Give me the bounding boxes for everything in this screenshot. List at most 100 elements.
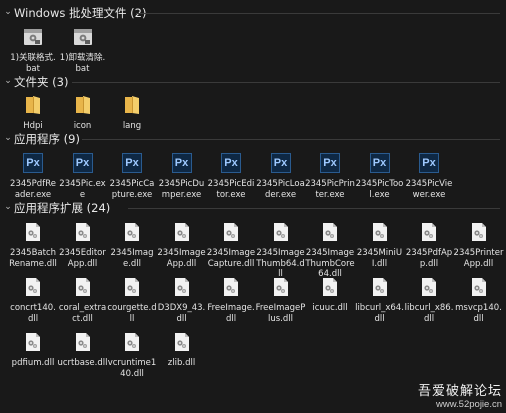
- px-app-icon: Px: [320, 153, 340, 173]
- app-item[interactable]: Px 2345PicDumper.exe: [157, 151, 207, 200]
- item-label: pdfium.dll: [11, 358, 55, 368]
- item-label: FreeImagePlus.dll: [255, 303, 306, 324]
- item-label: 2345Image.dll: [110, 248, 154, 269]
- item-label: concrt140.dll: [10, 303, 56, 324]
- dll-item[interactable]: 2345BatchRename.dll: [8, 220, 58, 272]
- folder-item[interactable]: lang: [107, 93, 157, 131]
- folder-item[interactable]: Hdpi: [8, 93, 58, 131]
- item-label: 2345ImageApp.dll: [157, 248, 206, 269]
- item-label: 2345PicLoader.exe: [256, 179, 305, 200]
- group-header-apps[interactable]: ⌄ 应用程序 (9): [0, 130, 506, 148]
- dll-item[interactable]: 2345PdfApp.dll: [404, 220, 454, 272]
- dll-item[interactable]: coral_extract.dll: [58, 275, 108, 327]
- app-item[interactable]: Px 2345PicCapture.exe: [107, 151, 157, 200]
- dll-item[interactable]: 2345ImageThumbCore64.dll: [305, 220, 355, 279]
- group-divider: [136, 13, 500, 14]
- item-label: FreeImage.dll: [207, 303, 255, 324]
- item-label: libcurl_x86.dll: [404, 303, 454, 324]
- app-item[interactable]: Px 2345PicEditor.exe: [206, 151, 256, 200]
- px-app-icon: Px: [369, 153, 390, 173]
- item-label: msvcp140.dll: [455, 303, 502, 324]
- dll-item[interactable]: 2345Image.dll: [107, 220, 157, 272]
- app-item[interactable]: Px 2345Pic.exe: [58, 151, 108, 200]
- group-bat-files: ⌄ Windows 批处理文件 (2) 1)关联格式.bat 1)卸载清除.bat: [0, 4, 506, 74]
- chevron-down-icon[interactable]: ⌄: [3, 74, 13, 88]
- dll-file-icon: [124, 332, 140, 352]
- dll-item[interactable]: 2345PrinterApp.dll: [454, 220, 504, 272]
- watermark-url: www.52pojie.cn: [435, 399, 502, 410]
- file-item[interactable]: 1)关联格式.bat: [8, 25, 58, 74]
- dll-item[interactable]: zlib.dll: [157, 330, 207, 382]
- chevron-down-icon[interactable]: ⌄: [3, 5, 13, 19]
- dll-file-icon: [223, 222, 239, 242]
- dll-file-icon: [223, 277, 239, 297]
- bat-file-icon: [73, 27, 93, 47]
- dll-file-icon: [273, 222, 289, 242]
- group-header-dlls[interactable]: ⌄ 应用程序扩展 (24): [0, 199, 506, 217]
- app-item[interactable]: Px 2345PicPrinter.exe: [305, 151, 355, 200]
- group-title-dlls: 应用程序扩展 (24): [14, 201, 111, 215]
- group-title-bat: Windows 批处理文件 (2): [14, 6, 147, 20]
- item-label: 2345BatchRename.dll: [9, 248, 57, 269]
- dll-item[interactable]: icuuc.dll: [305, 275, 355, 327]
- app-item[interactable]: Px 2345PicLoader.exe: [256, 151, 306, 200]
- dll-file-icon: [273, 277, 289, 297]
- dll-file-icon: [421, 222, 437, 242]
- dll-file-icon: [25, 222, 41, 242]
- px-app-icon: Px: [419, 153, 439, 173]
- dll-file-icon: [421, 277, 437, 297]
- dll-item[interactable]: 2345MiniUI.dll: [355, 220, 405, 272]
- group-header-folders[interactable]: ⌄ 文件夹 (3): [0, 73, 506, 91]
- item-label: vcruntime140.dll: [107, 358, 157, 379]
- dll-item[interactable]: pdfium.dll: [8, 330, 58, 382]
- file-item[interactable]: 1)卸载清除.bat: [58, 25, 108, 74]
- dll-item[interactable]: 2345ImageCapture.dll: [206, 220, 256, 272]
- app-item[interactable]: Px 2345PicViewer.exe: [404, 151, 454, 200]
- dll-item[interactable]: FreeImage.dll: [206, 275, 256, 327]
- item-label: D3DX9_43.dll: [157, 303, 206, 324]
- dll-item[interactable]: 2345EditorApp.dll: [58, 220, 108, 272]
- item-label: 2345EditorApp.dll: [59, 248, 106, 269]
- chevron-down-icon[interactable]: ⌄: [3, 200, 13, 214]
- folder-icon: [24, 95, 42, 115]
- folder-icon: [74, 95, 92, 115]
- app-item[interactable]: Px 2345PdfReader.exe: [8, 151, 58, 200]
- px-app-icon: Px: [23, 153, 43, 173]
- item-label: 2345PdfReader.exe: [10, 179, 56, 200]
- dll-file-icon: [372, 277, 388, 297]
- app-item[interactable]: Px 2345PicTool.exe: [355, 151, 405, 200]
- px-app-icon: Px: [221, 153, 241, 173]
- dll-file-icon: [471, 222, 487, 242]
- dll-item[interactable]: msvcp140.dll: [454, 275, 504, 327]
- dll-file-icon: [25, 277, 41, 297]
- dll-item[interactable]: vcruntime140.dll: [107, 330, 157, 382]
- dll-item[interactable]: concrt140.dll: [8, 275, 58, 327]
- dll-item[interactable]: libcurl_x86.dll: [404, 275, 454, 327]
- dll-item[interactable]: 2345ImageThumb64.dll: [256, 220, 306, 279]
- dll-file-icon: [124, 277, 140, 297]
- px-app-icon: Px: [72, 153, 93, 173]
- watermark: 吾爱破解论坛 www.52pojie.cn: [418, 380, 502, 410]
- item-label: 2345PicEditor.exe: [207, 179, 255, 200]
- px-app-icon: Px: [171, 153, 192, 173]
- folder-item[interactable]: icon: [58, 93, 108, 131]
- dll-item[interactable]: ucrtbase.dll: [58, 330, 108, 382]
- group-title-apps: 应用程序 (9): [14, 132, 80, 146]
- dll-file-icon: [174, 222, 190, 242]
- group-title-folders: 文件夹 (3): [14, 75, 69, 89]
- dll-item[interactable]: courgette.dll: [107, 275, 157, 327]
- dll-item[interactable]: D3DX9_43.dll: [157, 275, 207, 327]
- group-divider: [82, 139, 500, 140]
- chevron-down-icon[interactable]: ⌄: [3, 131, 13, 145]
- dll-file-icon: [75, 332, 91, 352]
- watermark-title: 吾爱破解论坛: [417, 384, 502, 399]
- dll-item[interactable]: FreeImagePlus.dll: [256, 275, 306, 327]
- dll-item[interactable]: 2345ImageApp.dll: [157, 220, 207, 272]
- dll-item[interactable]: libcurl_x64.dll: [355, 275, 405, 327]
- group-header-bat[interactable]: ⌄ Windows 批处理文件 (2): [0, 4, 506, 22]
- item-label: 2345PicDumper.exe: [158, 179, 205, 200]
- group-folders: ⌄ 文件夹 (3) Hdpi icon lang: [0, 73, 506, 131]
- item-label: libcurl_x64.dll: [355, 303, 404, 324]
- dll-file-icon: [322, 222, 338, 242]
- item-label: icuuc.dll: [312, 303, 348, 313]
